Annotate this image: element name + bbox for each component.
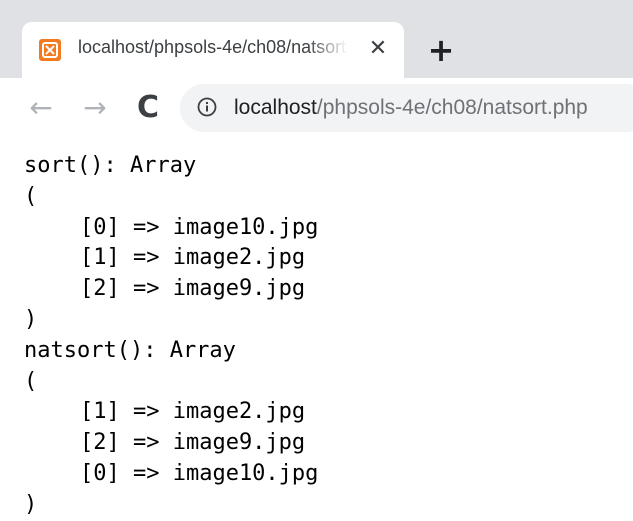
address-bar[interactable]: localhost/phpsols-4e/ch08/natsort.php — [180, 84, 633, 132]
browser-tab[interactable]: localhost/phpsols-4e/ch08/natsort.php ✕ — [22, 22, 404, 78]
natsort-item: [2] => image9.jpg — [80, 430, 306, 456]
url-host: localhost — [234, 96, 317, 119]
back-button[interactable]: ← — [23, 90, 59, 126]
sort-close-paren: ) — [24, 306, 38, 332]
natsort-item: [1] => image2.jpg — [80, 399, 306, 425]
sort-item: [2] => image9.jpg — [80, 276, 306, 302]
info-icon[interactable] — [197, 97, 217, 117]
browser-chrome: localhost/phpsols-4e/ch08/natsort.php ✕ … — [0, 0, 633, 140]
natsort-item: [0] => image10.jpg — [80, 460, 319, 486]
natsort-open-paren: ( — [24, 368, 38, 394]
xampp-icon — [39, 39, 61, 61]
forward-button[interactable]: → — [77, 90, 113, 126]
reload-button[interactable]: C — [130, 90, 166, 126]
natsort-header: natsort(): Array — [24, 337, 236, 363]
sort-open-paren: ( — [24, 183, 38, 209]
url-path: /phpsols-4e/ch08/natsort.php — [316, 96, 588, 119]
sort-item: [1] => image2.jpg — [80, 245, 306, 271]
url-text: localhost/phpsols-4e/ch08/natsort.php — [234, 96, 588, 120]
close-icon[interactable]: ✕ — [365, 34, 391, 64]
new-tab-button[interactable]: + — [424, 33, 458, 67]
toolbar: ← → C localhost/phpsols-4e/ch08/natsort.… — [0, 78, 633, 140]
sort-item: [0] => image10.jpg — [80, 214, 319, 240]
page-output: sort(): Array ( [0] => image10.jpg [1] =… — [24, 151, 318, 521]
tab-title: localhost/phpsols-4e/ch08/natsort.php — [78, 37, 348, 57]
sort-header: sort(): Array — [24, 153, 197, 178]
natsort-close-paren: ) — [24, 491, 38, 517]
tab-strip: localhost/phpsols-4e/ch08/natsort.php ✕ … — [0, 0, 633, 78]
